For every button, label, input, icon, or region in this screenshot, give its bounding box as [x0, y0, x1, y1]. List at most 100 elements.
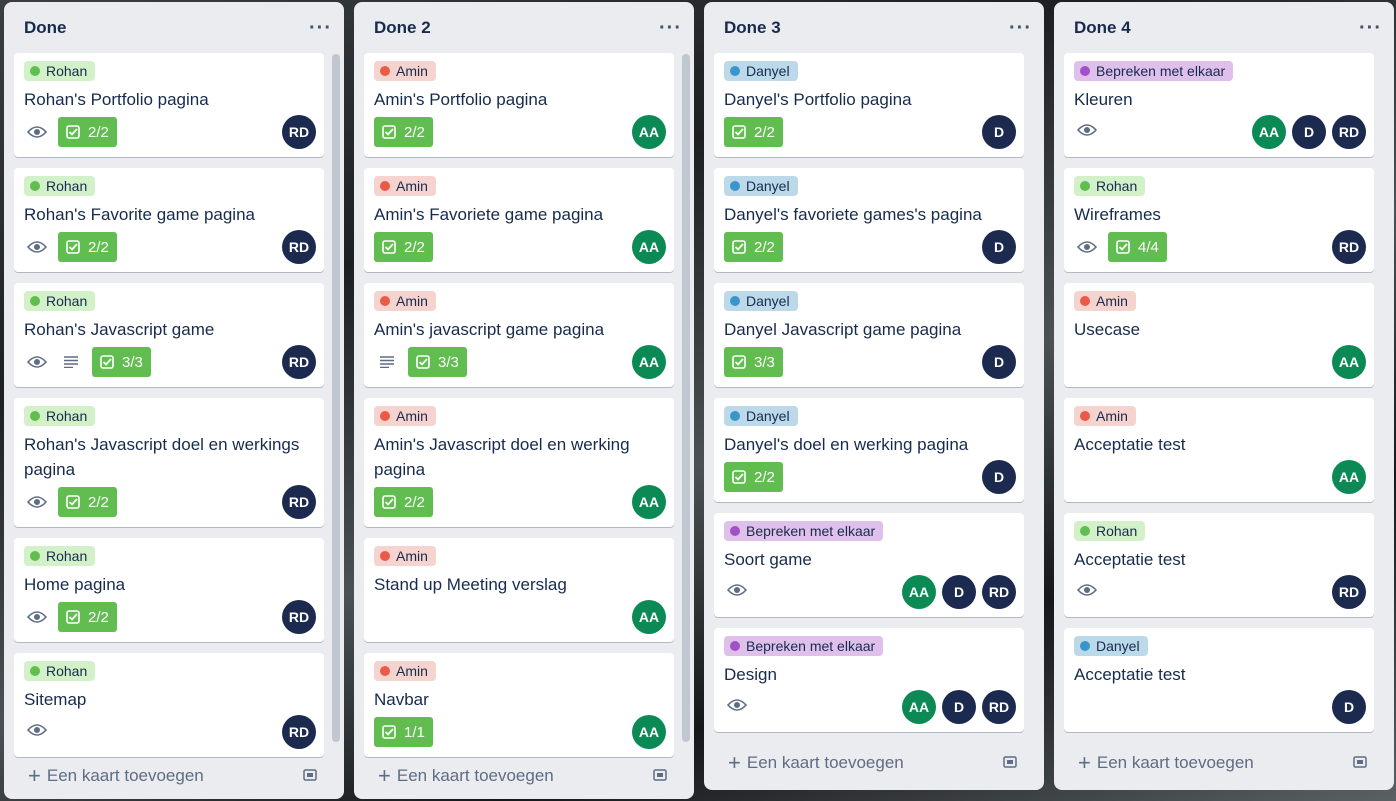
checklist-badge: 3/3 [724, 347, 783, 377]
card[interactable]: Rohan Rohan's Favorite game pagina 2/2 R… [14, 168, 324, 272]
card[interactable]: Amin Amin's Favoriete game pagina 2/2 AA [364, 168, 674, 272]
card[interactable]: Amin Navbar 1/1 AA [364, 653, 674, 757]
list-title[interactable]: Done [24, 18, 309, 38]
card-template-icon[interactable] [1352, 754, 1368, 775]
list-menu-icon[interactable]: ··· [1359, 17, 1382, 40]
avatar[interactable]: AA [902, 690, 936, 724]
card[interactable]: Danyel Danyel's Portfolio pagina 2/2 D [714, 53, 1024, 157]
card[interactable]: Amin Amin's javascript game pagina 3/3 A… [364, 283, 674, 387]
label-amin[interactable]: Amin [374, 546, 436, 566]
card-title: Acceptatie test [1074, 665, 1186, 684]
list-title[interactable]: Done 2 [374, 18, 659, 38]
card[interactable]: Amin Amin's Javascript doel en werking p… [364, 398, 674, 527]
avatar[interactable]: RD [1332, 230, 1366, 264]
card[interactable]: Bepreken met elkaar Design AA D RD [714, 628, 1024, 732]
card[interactable]: Amin Usecase AA [1064, 283, 1374, 387]
list-menu-icon[interactable]: ··· [1009, 17, 1032, 40]
avatar[interactable]: AA [902, 575, 936, 609]
scrollbar[interactable] [332, 54, 340, 742]
add-card-button[interactable]: + Een kaart toevoegen [14, 758, 324, 794]
avatar[interactable]: RD [282, 345, 316, 379]
avatar[interactable]: RD [282, 485, 316, 519]
avatar[interactable]: AA [632, 715, 666, 749]
label-rohan[interactable]: Rohan [24, 291, 96, 311]
avatar[interactable]: D [1332, 690, 1366, 724]
avatar[interactable]: AA [632, 230, 666, 264]
add-card-button[interactable]: + Een kaart toevoegen [1064, 745, 1374, 781]
card-template-icon[interactable] [652, 767, 668, 788]
card-template-icon[interactable] [1002, 754, 1018, 775]
add-card-button[interactable]: + Een kaart toevoegen [364, 758, 674, 794]
avatar[interactable]: AA [1332, 460, 1366, 494]
label-rohan[interactable]: Rohan [1074, 176, 1146, 196]
avatar[interactable]: RD [282, 600, 316, 634]
avatar[interactable]: AA [632, 115, 666, 149]
label-amin[interactable]: Amin [374, 406, 436, 426]
label-rohan[interactable]: Rohan [1074, 521, 1146, 541]
avatar[interactable]: RD [282, 715, 316, 749]
card[interactable]: Danyel Danyel's doel en werking pagina 2… [714, 398, 1024, 502]
label-amin[interactable]: Amin [374, 291, 436, 311]
card[interactable]: Danyel Danyel Javascript game pagina 3/3… [714, 283, 1024, 387]
label-rohan[interactable]: Rohan [24, 61, 96, 81]
avatar[interactable]: D [942, 575, 976, 609]
label-amin[interactable]: Amin [1074, 406, 1136, 426]
label-amin[interactable]: Amin [374, 61, 436, 81]
card[interactable]: Rohan Rohan's Javascript game 3/3 RD [14, 283, 324, 387]
card[interactable]: Amin Acceptatie test AA [1064, 398, 1374, 502]
card[interactable]: Rohan Rohan's Javascript doel en werking… [14, 398, 324, 527]
avatar[interactable]: AA [632, 345, 666, 379]
card[interactable]: Bepreken met elkaar Soort game AA D RD [714, 513, 1024, 617]
add-card-button[interactable]: + Een kaart toevoegen [714, 745, 1024, 781]
label-amin[interactable]: Amin [374, 176, 436, 196]
label-rohan[interactable]: Rohan [24, 176, 96, 196]
scrollbar[interactable] [682, 54, 690, 742]
label-amin[interactable]: Amin [1074, 291, 1136, 311]
label-bespreken[interactable]: Bepreken met elkaar [724, 521, 884, 541]
label-amin[interactable]: Amin [374, 661, 436, 681]
label-bespreken[interactable]: Bepreken met elkaar [724, 636, 884, 656]
label-rohan[interactable]: Rohan [24, 661, 96, 681]
add-card-label: Een kaart toevoegen [746, 753, 904, 772]
card[interactable]: Amin Stand up Meeting verslag AA [364, 538, 674, 642]
avatar[interactable]: RD [282, 115, 316, 149]
card[interactable]: Bepreken met elkaar Kleuren AA D RD [1064, 53, 1374, 157]
avatar[interactable]: D [1292, 115, 1326, 149]
card[interactable]: Rohan Home pagina 2/2 RD [14, 538, 324, 642]
badges [1074, 577, 1108, 603]
avatar[interactable]: RD [982, 690, 1016, 724]
avatar[interactable]: D [982, 460, 1016, 494]
avatar[interactable]: AA [1252, 115, 1286, 149]
avatar[interactable]: AA [632, 485, 666, 519]
card[interactable]: Rohan Sitemap RD [14, 653, 324, 757]
avatar[interactable]: AA [632, 600, 666, 634]
label-danyel[interactable]: Danyel [724, 406, 798, 426]
list-menu-icon[interactable]: ··· [309, 17, 332, 40]
avatar[interactable]: D [982, 345, 1016, 379]
card[interactable]: Rohan Rohan's Portfolio pagina 2/2 RD [14, 53, 324, 157]
list-title[interactable]: Done 3 [724, 18, 1009, 38]
list-menu-icon[interactable]: ··· [659, 17, 682, 40]
avatar[interactable]: D [982, 115, 1016, 149]
label-bespreken[interactable]: Bepreken met elkaar [1074, 61, 1234, 81]
list-title[interactable]: Done 4 [1074, 18, 1359, 38]
card[interactable]: Amin Amin's Portfolio pagina 2/2 AA [364, 53, 674, 157]
card-template-icon[interactable] [302, 767, 318, 788]
label-danyel[interactable]: Danyel [724, 61, 798, 81]
avatar[interactable]: RD [1332, 115, 1366, 149]
avatar[interactable]: D [942, 690, 976, 724]
avatar[interactable]: D [982, 230, 1016, 264]
avatar[interactable]: RD [982, 575, 1016, 609]
avatar[interactable]: RD [282, 230, 316, 264]
label-rohan[interactable]: Rohan [24, 406, 96, 426]
avatar[interactable]: RD [1332, 575, 1366, 609]
label-danyel[interactable]: Danyel [1074, 636, 1148, 656]
card[interactable]: Danyel Danyel's favoriete games's pagina… [714, 168, 1024, 272]
card[interactable]: Rohan Acceptatie test RD [1064, 513, 1374, 617]
label-rohan[interactable]: Rohan [24, 546, 96, 566]
avatar[interactable]: AA [1332, 345, 1366, 379]
card[interactable]: Danyel Acceptatie test D [1064, 628, 1374, 732]
card[interactable]: Rohan Wireframes 4/4 RD [1064, 168, 1374, 272]
label-danyel[interactable]: Danyel [724, 291, 798, 311]
label-danyel[interactable]: Danyel [724, 176, 798, 196]
